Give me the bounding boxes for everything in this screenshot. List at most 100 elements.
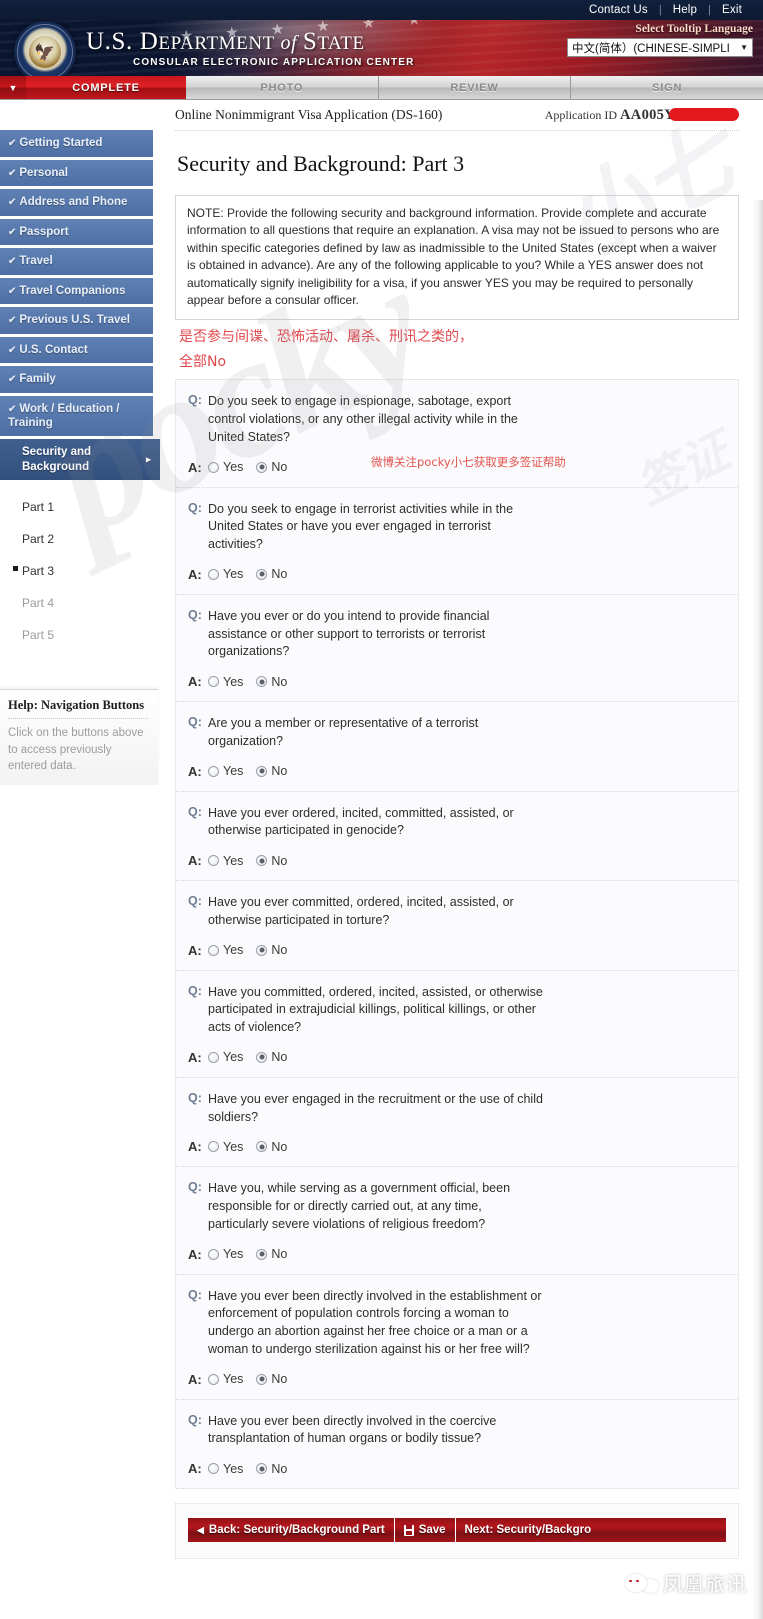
radio-yes-label: Yes: [223, 1372, 244, 1387]
radio-option-no[interactable]: No: [256, 943, 287, 957]
next-button[interactable]: Next: Security/Backgro: [455, 1518, 726, 1543]
radio-option-yes[interactable]: Yes: [208, 1372, 243, 1386]
radio-option-no[interactable]: No: [256, 460, 287, 474]
tooltip-language-select[interactable]: 中文(简体）(CHINESE-SIMPLI ▼: [567, 38, 753, 57]
tab-sign[interactable]: SIGN: [571, 76, 763, 99]
radio-group: Yes No: [208, 675, 287, 689]
question-text: Have you ever been directly involved in …: [208, 1413, 497, 1446]
radio-option-yes[interactable]: Yes: [208, 1462, 243, 1476]
radio-option-yes[interactable]: Yes: [208, 675, 243, 689]
answer-prefix: A:: [188, 1049, 202, 1065]
radio-no-icon[interactable]: [256, 765, 268, 777]
subnav-item-part-1[interactable]: Part 1: [22, 491, 165, 523]
radio-yes-icon[interactable]: [208, 1051, 219, 1063]
subnav-item-part-3[interactable]: Part 3: [13, 555, 165, 587]
radio-option-yes[interactable]: Yes: [208, 1050, 243, 1064]
radio-option-no[interactable]: No: [256, 567, 287, 581]
site-banner: ★ ★ ★ ★ ★ ★ 🦅 U.S. DEPARTMENT of STATE C…: [0, 20, 763, 76]
back-button[interactable]: ◀ Back: Security/Background Part: [188, 1518, 395, 1543]
floppy-disk-icon: [403, 1524, 414, 1536]
application-id: Application ID AA005Y: [545, 107, 739, 124]
radio-yes-icon[interactable]: [208, 676, 219, 688]
application-bar: Online Nonimmigrant Visa Application (DS…: [175, 100, 739, 131]
radio-yes-icon[interactable]: [208, 944, 219, 956]
radio-option-no[interactable]: No: [256, 1462, 287, 1476]
radio-option-yes[interactable]: Yes: [208, 567, 243, 581]
question-row: Q: Do you seek to engage in espionage, s…: [188, 393, 728, 446]
radio-option-no[interactable]: No: [256, 1372, 287, 1386]
answer-row: A: Yes No: [188, 567, 728, 582]
annotation-chinese-note: 是否参与间谍、恐怖活动、屠杀、刑讯之类的， 全部No: [175, 320, 739, 373]
radio-yes-icon[interactable]: [208, 765, 219, 777]
sidebar-item-passport[interactable]: ✔ Passport: [0, 218, 153, 246]
radio-yes-label: Yes: [223, 853, 244, 868]
title-state-cap: S: [302, 28, 318, 55]
save-button[interactable]: Save: [394, 1518, 456, 1543]
sidebar-item-personal[interactable]: ✔ Personal: [0, 159, 153, 187]
radio-option-yes[interactable]: Yes: [208, 1140, 243, 1154]
tab-complete[interactable]: COMPLETE: [26, 76, 186, 99]
sidebar-item-previous-us-travel[interactable]: ✔ Previous U.S. Travel: [0, 307, 153, 335]
question-block: Q: Do you seek to engage in terrorist ac…: [176, 488, 738, 595]
question-block: Q: Have you ever ordered, incited, commi…: [176, 792, 738, 882]
radio-no-icon[interactable]: [256, 1248, 268, 1260]
subnav-item-part-4[interactable]: Part 4: [22, 587, 165, 619]
radio-yes-icon[interactable]: [208, 568, 219, 580]
radio-yes-icon[interactable]: [208, 1141, 219, 1153]
sidebar-item-address-and-phone[interactable]: ✔ Address and Phone: [0, 189, 153, 217]
check-icon: ✔: [8, 138, 17, 149]
check-icon: ✔: [8, 197, 17, 208]
sidebar-item-getting-started[interactable]: ✔ Getting Started: [0, 130, 153, 158]
radio-no-icon[interactable]: [256, 568, 268, 580]
title-dept-cap: D: [139, 28, 159, 55]
sidebar-item-us-contact[interactable]: ✔ U.S. Contact: [0, 336, 153, 364]
radio-group: Yes No: [208, 854, 287, 868]
radio-yes-icon[interactable]: [208, 1463, 219, 1475]
help-link[interactable]: Help: [662, 4, 708, 16]
sidebar-item-security-and-background[interactable]: Security and Background ►: [0, 439, 160, 482]
radio-no-icon[interactable]: [256, 461, 268, 473]
tab-photo[interactable]: PHOTO: [186, 76, 379, 99]
radio-option-yes[interactable]: Yes: [208, 943, 243, 957]
sidebar-item-family[interactable]: ✔ Family: [0, 366, 153, 394]
radio-no-icon[interactable]: [256, 1051, 268, 1063]
radio-no-icon[interactable]: [256, 1463, 268, 1475]
radio-option-no[interactable]: No: [256, 675, 287, 689]
radio-yes-icon[interactable]: [208, 1373, 219, 1385]
annotation-line-2: 全部No: [179, 354, 227, 371]
progress-step-tabs: ▼ COMPLETE PHOTO REVIEW SIGN: [0, 76, 763, 100]
contact-us-link[interactable]: Contact Us: [578, 4, 659, 16]
radio-option-no[interactable]: No: [256, 854, 287, 868]
subnav-item-part-5[interactable]: Part 5: [22, 619, 165, 651]
radio-option-yes[interactable]: Yes: [208, 1247, 243, 1261]
answer-row: A: Yes No: [188, 1050, 728, 1065]
question-row: Q: Have you ever engaged in the recruitm…: [188, 1091, 728, 1127]
sidebar-item-work-education-training[interactable]: ✔ Work / Education / Training: [0, 395, 153, 438]
radio-option-yes[interactable]: Yes: [208, 764, 243, 778]
radio-no-icon[interactable]: [256, 1141, 268, 1153]
tab-review[interactable]: REVIEW: [379, 76, 572, 99]
radio-yes-icon[interactable]: [208, 1248, 219, 1260]
sidebar-item-travel[interactable]: ✔ Travel: [0, 248, 153, 276]
annotation-inline-chinese: 微博关注pocky小七获取更多签证帮助: [371, 455, 566, 470]
radio-no-icon[interactable]: [256, 855, 268, 867]
sidebar-item-travel-companions[interactable]: ✔ Travel Companions: [0, 277, 153, 305]
radio-no-icon[interactable]: [256, 1373, 268, 1385]
radio-option-no[interactable]: No: [256, 764, 287, 778]
question-row: Q: Have you ever or do you intend to pro…: [188, 608, 728, 661]
exit-link[interactable]: Exit: [711, 4, 753, 16]
radio-option-no[interactable]: No: [256, 1050, 287, 1064]
radio-no-label: No: [271, 764, 288, 779]
radio-yes-icon[interactable]: [208, 461, 219, 473]
chevron-down-icon: ▼: [740, 43, 748, 52]
collapse-arrow-icon[interactable]: ▼: [0, 76, 26, 99]
radio-option-yes[interactable]: Yes: [208, 460, 243, 474]
radio-no-icon[interactable]: [256, 676, 268, 688]
radio-option-yes[interactable]: Yes: [208, 854, 243, 868]
radio-no-icon[interactable]: [256, 944, 268, 956]
radio-option-no[interactable]: No: [256, 1247, 287, 1261]
subnav-item-part-2[interactable]: Part 2: [22, 523, 165, 555]
radio-option-no[interactable]: No: [256, 1140, 287, 1154]
radio-yes-icon[interactable]: [208, 855, 219, 867]
question-prefix: Q:: [188, 1180, 202, 1195]
